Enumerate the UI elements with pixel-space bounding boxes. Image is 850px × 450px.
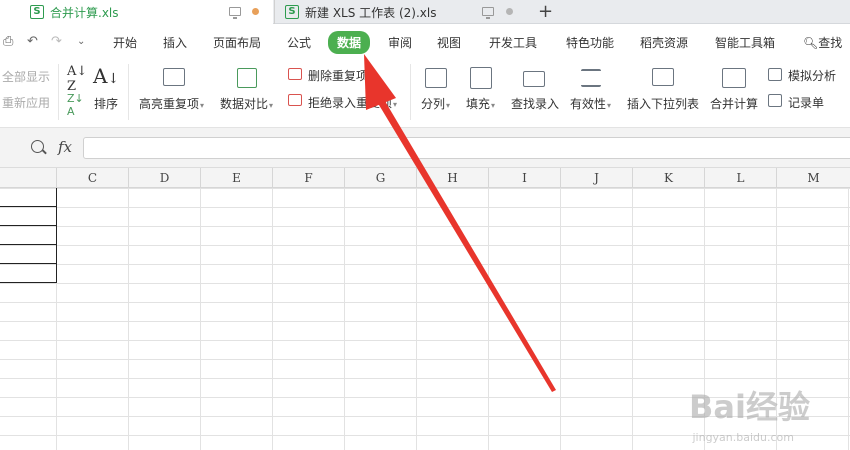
data-compare-button[interactable]: 数据对比▾	[220, 95, 273, 112]
reject-duplicates-icon	[288, 94, 302, 106]
split-column-button[interactable]: 分列▾	[421, 95, 450, 112]
consolidate-icon	[722, 68, 746, 88]
record-sheet-button[interactable]: 记录单	[788, 94, 824, 111]
document-tab-bar: S 合并计算.xls S 新建 XLS 工作表 (2).xls +	[0, 0, 850, 24]
split-column-icon	[425, 68, 447, 88]
menu-page-layout[interactable]: 页面布局	[213, 34, 261, 51]
watermark-brand: Bai经验	[689, 388, 810, 426]
column-header[interactable]: K	[632, 168, 704, 188]
consolidate-button[interactable]: 合并计算	[710, 95, 758, 112]
fill-icon	[470, 67, 492, 89]
show-all-button[interactable]: 全部显示	[2, 68, 50, 85]
menu-start[interactable]: 开始	[113, 34, 137, 51]
column-header[interactable]: E	[200, 168, 272, 188]
highlight-duplicates-label: 高亮重复项	[139, 97, 200, 111]
menu-developer[interactable]: 开发工具	[489, 34, 537, 51]
remove-duplicates-icon	[288, 68, 302, 80]
data-ribbon: 全部显示 重新应用 A↓ Z Z↓ A A↓ 排序 高亮重复项▾ 数据对比▾ 删除重…	[0, 62, 850, 128]
column-header[interactable]: G	[344, 168, 416, 188]
menu-review[interactable]: 审阅	[388, 34, 412, 51]
column-header-row: C D E F G H I J K L M	[0, 168, 850, 188]
monitor-icon[interactable]	[229, 7, 241, 19]
sort-button[interactable]: 排序	[94, 95, 118, 112]
reapply-button[interactable]: 重新应用	[2, 94, 50, 111]
menu-insert[interactable]: 插入	[163, 34, 187, 51]
insert-dropdown-button[interactable]: 插入下拉列表	[627, 95, 699, 112]
zoom-search-icon[interactable]	[31, 140, 44, 153]
column-header[interactable]: L	[704, 168, 776, 188]
quick-access-dropdown-icon[interactable]: ⌄	[77, 36, 85, 47]
sheet-file-icon: S	[285, 5, 299, 19]
sort-asc-icon[interactable]: A↓ Z	[67, 64, 87, 94]
menu-features[interactable]: 特色功能	[566, 34, 614, 51]
validity-label: 有效性	[570, 97, 607, 111]
column-header[interactable]: D	[128, 168, 200, 188]
reject-duplicates-button[interactable]: 拒绝录入重复项▾	[308, 94, 397, 111]
spreadsheet-app: { "tabs":[ {"label":"合并计算.xls","active":…	[0, 0, 850, 450]
split-column-label: 分列	[421, 97, 446, 111]
fx-label[interactable]: fx	[58, 138, 72, 156]
validity-icon	[581, 69, 601, 87]
data-compare-icon	[237, 68, 257, 88]
tab-label: 合并计算.xls	[50, 5, 119, 20]
sort-large-icon[interactable]: A↓	[93, 64, 119, 88]
simulate-analysis-icon	[768, 68, 782, 81]
lookup-entry-icon	[523, 71, 545, 87]
sheet-file-icon: S	[30, 5, 44, 19]
menu-bar: ⎙ ↶ ↷ ⌄ 开始 插入 页面布局 公式 数据 审阅 视图 开发工具 特色功能…	[0, 24, 850, 62]
tab-label: 新建 XLS 工作表 (2).xls	[305, 5, 437, 20]
formula-bar: fx	[0, 128, 850, 168]
search-label: 查找	[818, 36, 843, 50]
menu-docer[interactable]: 稻壳资源	[640, 34, 688, 51]
tab-new-xls[interactable]: S 新建 XLS 工作表 (2).xls	[274, 0, 529, 24]
fill-button[interactable]: 填充▾	[466, 95, 495, 112]
insert-dropdown-icon	[652, 68, 674, 86]
menu-formula[interactable]: 公式	[287, 34, 311, 51]
column-header[interactable]: J	[560, 168, 632, 188]
highlight-duplicates-icon	[163, 68, 185, 86]
close-dot-icon[interactable]	[506, 8, 513, 15]
new-tab-plus-icon[interactable]: +	[538, 1, 553, 22]
record-sheet-icon	[768, 94, 782, 107]
validity-button[interactable]: 有效性▾	[570, 95, 611, 112]
lookup-entry-button[interactable]: 查找录入	[511, 95, 559, 112]
highlight-duplicates-button[interactable]: 高亮重复项▾	[139, 95, 204, 112]
monitor-icon[interactable]	[482, 7, 494, 19]
menu-toolbox[interactable]: 智能工具箱	[715, 34, 775, 51]
tab-hebing[interactable]: S 合并计算.xls	[0, 0, 273, 24]
bordered-cell-range[interactable]	[0, 188, 57, 283]
sort-desc-icon[interactable]: Z↓ A	[67, 92, 84, 118]
fill-label: 填充	[466, 97, 491, 111]
column-header[interactable]: M	[776, 168, 850, 188]
column-header[interactable]: I	[488, 168, 560, 188]
menu-view[interactable]: 视图	[437, 34, 461, 51]
column-header[interactable]: H	[416, 168, 488, 188]
undo-icon[interactable]: ↶	[27, 34, 38, 49]
column-header[interactable]: C	[56, 168, 128, 188]
column-header[interactable]: F	[272, 168, 344, 188]
menu-search[interactable]: 🔍︎查找	[803, 34, 842, 51]
reject-duplicates-label: 拒绝录入重复项	[308, 96, 393, 110]
search-icon: 🔍︎	[803, 36, 819, 50]
remove-duplicates-button[interactable]: 删除重复项	[308, 67, 368, 84]
print-preview-icon[interactable]: ⎙	[3, 34, 13, 49]
data-compare-label: 数据对比	[220, 97, 269, 111]
simulate-analysis-button[interactable]: 模拟分析	[788, 67, 836, 84]
formula-input[interactable]	[83, 137, 850, 159]
menu-data[interactable]: 数据	[328, 31, 371, 54]
unsaved-dot-icon	[252, 8, 259, 15]
redo-icon[interactable]: ↷	[51, 34, 62, 49]
watermark-url: jingyan.baidu.com	[692, 431, 794, 444]
